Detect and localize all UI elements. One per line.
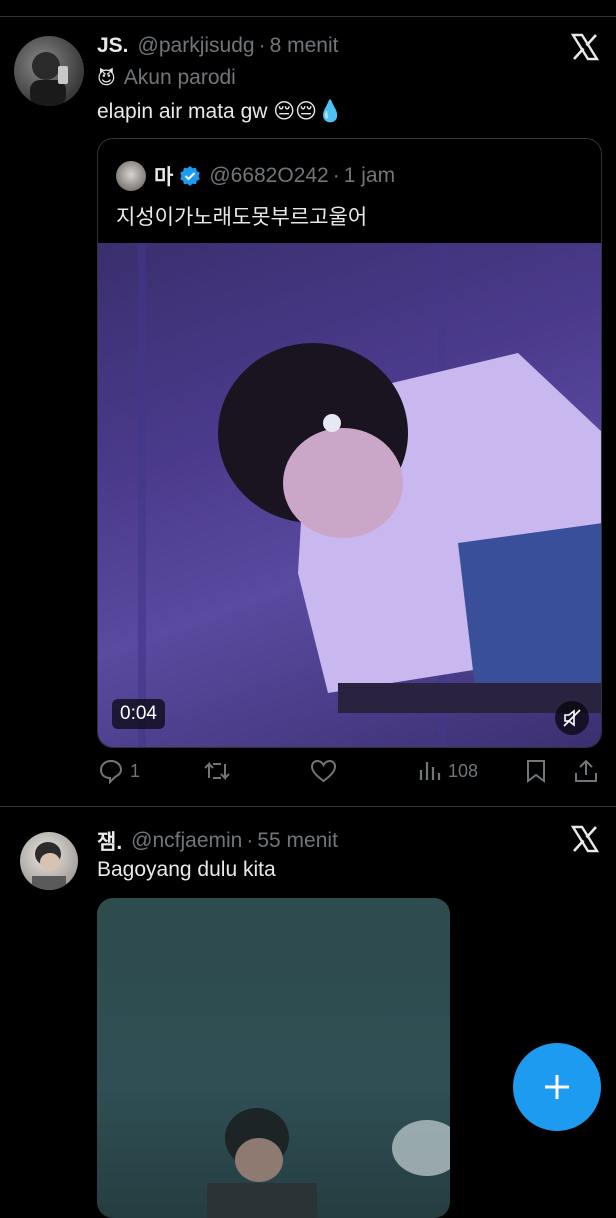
video-player[interactable] bbox=[97, 898, 450, 1218]
timestamp[interactable]: 8 menit bbox=[270, 34, 339, 58]
video-player[interactable]: 0:04 bbox=[98, 243, 601, 747]
repost-button[interactable] bbox=[203, 758, 231, 784]
like-button[interactable] bbox=[310, 758, 337, 784]
separator: · bbox=[332, 164, 340, 187]
user-handle[interactable]: @ncfjaemin bbox=[131, 829, 242, 853]
tweet-header: JS. @parkjisudg · 8 menit bbox=[97, 34, 338, 58]
verified-badge-icon bbox=[180, 166, 201, 186]
separator: · bbox=[246, 829, 254, 852]
x-logo-icon bbox=[570, 825, 600, 853]
views-button[interactable]: 108 bbox=[418, 758, 478, 784]
plus-icon bbox=[545, 1075, 569, 1099]
mute-icon bbox=[563, 709, 581, 727]
reply-count: 1 bbox=[130, 760, 141, 781]
quote-timestamp: 1 jam bbox=[343, 164, 396, 187]
tweet-divider bbox=[0, 806, 616, 807]
x-logo-icon bbox=[570, 33, 600, 61]
bookmark-button[interactable] bbox=[525, 758, 547, 784]
user-handle[interactable]: @parkjisudg bbox=[138, 34, 255, 58]
share-button[interactable] bbox=[573, 758, 599, 784]
tweet-header: 잼. @ncfjaemin · 55 menit bbox=[97, 826, 338, 856]
timestamp[interactable]: 55 menit bbox=[257, 829, 338, 853]
parody-label-text: Akun parodi bbox=[123, 66, 236, 89]
quote-display-name: 마 bbox=[154, 166, 174, 189]
compose-button[interactable] bbox=[513, 1043, 601, 1131]
quote-header: 마 @6682O242 · 1 jam bbox=[116, 161, 395, 191]
bookmark-icon bbox=[527, 760, 545, 783]
display-name[interactable]: JS. bbox=[97, 34, 129, 58]
repost-icon bbox=[204, 761, 230, 781]
separator: · bbox=[258, 34, 266, 57]
quote-handle: @6682O242 bbox=[209, 164, 329, 187]
parody-mask-icon: 😈 bbox=[97, 67, 116, 88]
parody-label: 😈 Akun parodi bbox=[97, 66, 236, 90]
avatar[interactable] bbox=[20, 832, 78, 890]
heart-icon bbox=[310, 759, 337, 783]
video-thumbnail bbox=[138, 243, 601, 747]
views-count: 108 bbox=[448, 760, 479, 781]
top-divider bbox=[0, 16, 616, 17]
tweet-text: Bagoyang dulu kita bbox=[97, 858, 276, 881]
quote-text: 지성이가노래도못부르고울어 bbox=[116, 206, 368, 229]
video-duration: 0:04 bbox=[112, 699, 165, 729]
reply-button[interactable]: 1 bbox=[98, 758, 140, 784]
quoted-tweet[interactable]: 마 @6682O242 · 1 jam 지성이가노래도못부르고울어 0:04 bbox=[97, 138, 602, 748]
avatar-image bbox=[32, 842, 66, 890]
video-thumbnail bbox=[207, 1108, 450, 1218]
tweet-text: elapin air mata gw 😔😔💧 bbox=[97, 100, 344, 123]
share-icon bbox=[575, 759, 597, 782]
display-name[interactable]: 잼. bbox=[97, 826, 122, 856]
avatar-image bbox=[30, 52, 68, 106]
reply-icon bbox=[99, 759, 123, 784]
avatar[interactable] bbox=[14, 36, 84, 106]
mute-button[interactable] bbox=[555, 701, 589, 735]
avatar bbox=[116, 161, 146, 191]
tweet-actions: 1 108 bbox=[0, 758, 616, 790]
views-chart-icon bbox=[419, 762, 441, 780]
